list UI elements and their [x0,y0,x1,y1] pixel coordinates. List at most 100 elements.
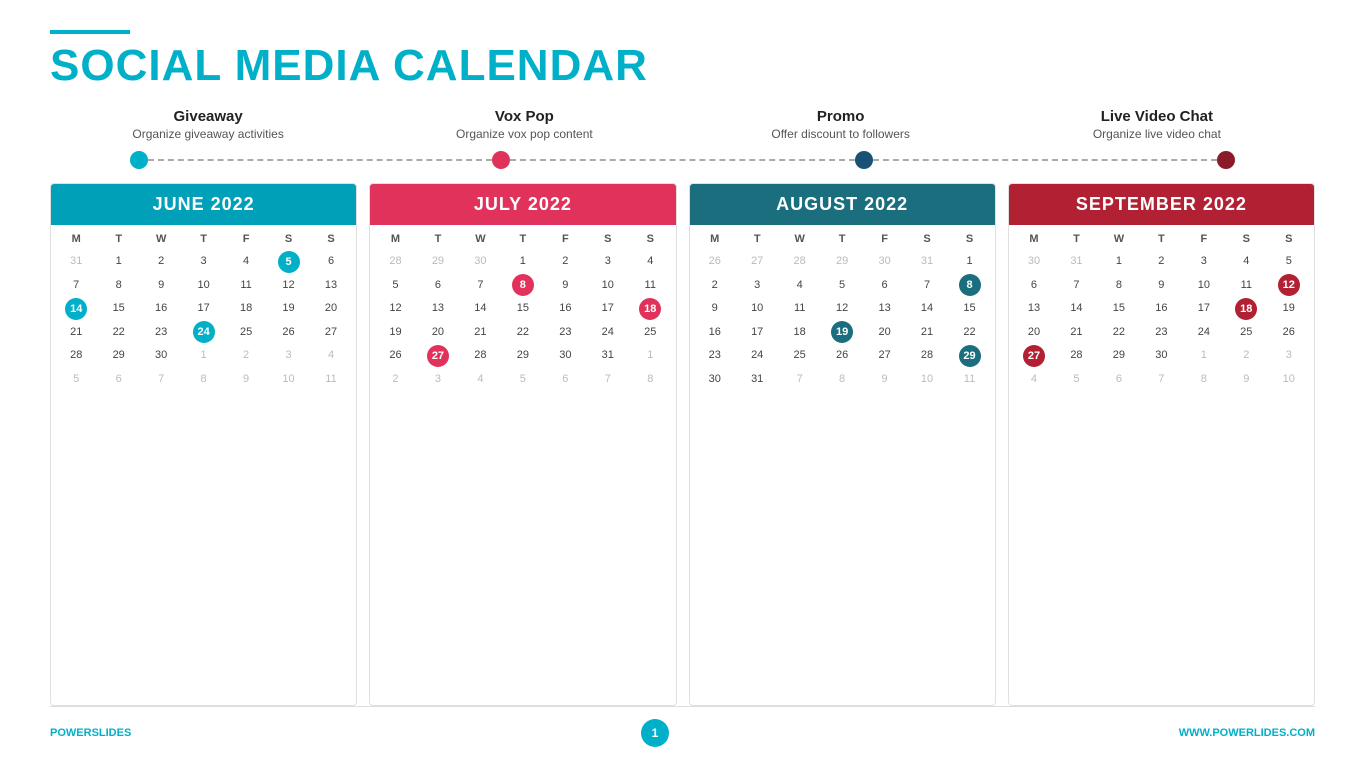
footer-slides: SLIDES [92,727,132,739]
day-m: M [55,231,97,247]
july-week-2: 5 6 7 8 9 10 11 [374,274,671,297]
title-colored: CALENDAR [393,41,648,90]
june-cell: 30 [140,344,182,367]
june-cell: 9 [225,368,267,391]
aug-week-3: 9 10 11 12 13 14 15 [694,297,991,320]
june-cell: 10 [182,274,224,297]
sep-week-1: 30 31 1 2 3 4 5 [1013,250,1310,273]
sep-week-2: 6 7 8 9 10 11 12 [1013,274,1310,297]
day-f: F [225,231,267,247]
june-week-6: 5 6 7 8 9 10 11 [55,368,352,391]
june-cell: 23 [140,321,182,344]
june-cell: 5 [55,368,97,391]
category-voxpop: Vox Pop Organize vox pop content [366,108,682,141]
calendar-august: AUGUST 2022 M T W T F S S 26 27 28 29 30 [689,183,996,706]
timeline-dot-livevideo [1217,151,1235,169]
calendar-june: JUNE 2022 M T W T F S S 31 1 2 3 4 [50,183,357,706]
timeline-line-3 [873,159,1217,161]
september-body: M T W T F S S 30 31 1 2 3 4 5 [1009,225,1314,397]
june-cell: 21 [55,321,97,344]
day-w: W [140,231,182,247]
page-title: SOCIAL MEDIA CALENDAR [50,42,1315,90]
september-header: SEPTEMBER 2022 [1009,184,1314,225]
july-cell-highlight-18: 18 [639,298,661,320]
july-week-6: 2 3 4 5 6 7 8 [374,368,671,391]
sep-week-3: 13 14 15 16 17 18 19 [1013,297,1310,320]
june-cell: 25 [225,321,267,344]
june-cell: 13 [310,274,352,297]
june-cell: 31 [55,250,97,273]
september-day-labels: M T W T F S S [1013,231,1310,247]
june-cell: 16 [140,297,182,320]
timeline-line-2 [510,159,854,161]
july-day-labels: M T W T F S S [374,231,671,247]
aug-cell-highlight-29: 29 [959,345,981,367]
june-week-3: 14 15 16 17 18 19 20 [55,297,352,320]
june-cell: 11 [310,368,352,391]
footer-page-number: 1 [641,719,669,747]
august-body: M T W T F S S 26 27 28 29 30 31 1 [690,225,995,397]
july-header: JULY 2022 [370,184,675,225]
day-s2: S [310,231,352,247]
june-cell: 17 [182,297,224,320]
august-header: AUGUST 2022 [690,184,995,225]
june-cell: 2 [140,250,182,273]
category-promo-title: Promo [683,108,999,125]
june-cell: 2 [225,344,267,367]
sep-week-4: 20 21 22 23 24 25 26 [1013,321,1310,344]
june-cell: 8 [182,368,224,391]
category-livevideo-title: Live Video Chat [999,108,1315,125]
aug-week-4: 16 17 18 19 20 21 22 [694,321,991,344]
july-week-5: 26 27 28 29 30 31 1 [374,344,671,367]
category-giveaway: Giveaway Organize giveaway activities [50,108,366,141]
category-voxpop-sub: Organize vox pop content [366,127,682,141]
sep-cell-highlight-12: 12 [1278,274,1300,296]
june-cell: 20 [310,297,352,320]
footer-brand: POWERSLIDES [50,727,131,739]
june-cell: 3 [267,344,309,367]
footer-url: WWW.POWERLIDES.COM [1179,727,1315,739]
june-header: JUNE 2022 [51,184,356,225]
july-cell-highlight-27: 27 [427,345,449,367]
june-cell: 26 [267,321,309,344]
july-week-1: 28 29 30 1 2 3 4 [374,250,671,273]
timeline-dot-voxpop [492,151,510,169]
june-cell: 8 [97,274,139,297]
july-cell-highlight-8: 8 [512,274,534,296]
july-week-3: 12 13 14 15 16 17 18 [374,297,671,320]
timeline-dot-promo [855,151,873,169]
june-cell: 11 [225,274,267,297]
june-week-4: 21 22 23 24 25 26 27 [55,321,352,344]
aug-cell-highlight-8: 8 [959,274,981,296]
june-cell: 1 [97,250,139,273]
calendar-september: SEPTEMBER 2022 M T W T F S S 30 31 1 2 3 [1008,183,1315,706]
timeline [50,151,1315,169]
june-cell: 6 [97,368,139,391]
sep-cell-highlight-27: 27 [1023,345,1045,367]
day-t: T [97,231,139,247]
june-cell: 15 [97,297,139,320]
june-cell: 27 [310,321,352,344]
day-s: S [267,231,309,247]
category-promo: Promo Offer discount to followers [683,108,999,141]
june-cell: 29 [97,344,139,367]
header: SOCIAL MEDIA CALENDAR [50,30,1315,90]
june-week-2: 7 8 9 10 11 12 13 [55,274,352,297]
header-accent-line [50,30,130,34]
june-cell: 3 [182,250,224,273]
june-cell: 18 [225,297,267,320]
june-cell: 19 [267,297,309,320]
june-cell: 9 [140,274,182,297]
title-black: SOCIAL MEDIA [50,41,380,90]
june-cell: 7 [140,368,182,391]
category-livevideo-sub: Organize live video chat [999,127,1315,141]
aug-week-2: 2 3 4 5 6 7 8 [694,274,991,297]
june-cell-highlight-5: 5 [278,251,300,273]
june-cell-highlight-24: 24 [193,321,215,343]
june-cell: 10 [267,368,309,391]
calendar-july: JULY 2022 M T W T F S S 28 29 30 1 2 [369,183,676,706]
june-cell: 1 [182,344,224,367]
aug-week-1: 26 27 28 29 30 31 1 [694,250,991,273]
june-week-1: 31 1 2 3 4 5 6 [55,250,352,273]
june-cell: 28 [55,344,97,367]
